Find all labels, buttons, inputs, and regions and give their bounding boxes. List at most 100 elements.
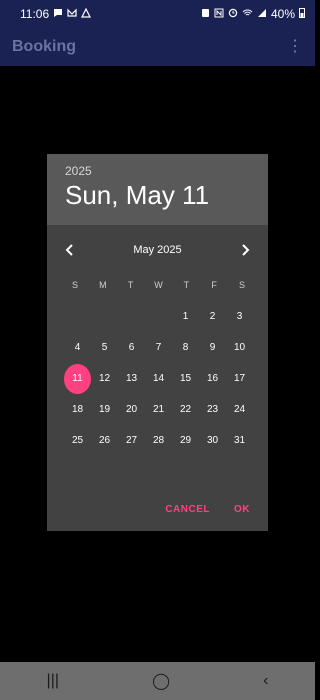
header-year[interactable]: 2025 [65,164,250,178]
day-cell[interactable]: 9 [199,332,226,363]
next-month-icon[interactable] [240,244,250,256]
day-number: 1 [182,311,189,322]
day-cell[interactable]: 18 [64,394,91,425]
day-number: 2 [209,311,216,322]
day-cell[interactable]: 24 [226,394,253,425]
day-number: 26 [98,435,111,446]
day-cell[interactable]: 7 [145,332,172,363]
weekday-label: M [99,280,107,290]
day-number: 7 [155,342,162,353]
day-number: 9 [209,342,216,353]
day-cell[interactable]: 19 [91,394,118,425]
day-cell[interactable]: 25 [64,425,91,456]
day-cell[interactable]: 11 [64,363,91,394]
weekday-label: S [71,280,78,290]
weekday-label: T [127,280,134,290]
day-cell[interactable]: 5 [91,332,118,363]
cancel-button[interactable]: CANCEL [165,504,210,515]
day-cell[interactable]: 16 [199,363,226,394]
status-time: 11:06 [20,7,50,21]
app-bar: Booking ⋮ [0,28,315,66]
recents-icon[interactable]: ||| [47,672,59,690]
day-cell[interactable]: 8 [172,332,199,363]
dialog-actions: CANCEL OK [165,504,250,515]
more-vert-icon[interactable]: ⋮ [287,39,303,55]
privacy-icon [81,7,92,21]
battery-percent: 40% [270,7,295,21]
day-number: 21 [152,404,165,415]
day-number: 20 [125,404,138,415]
day-cell[interactable]: 30 [199,425,226,456]
day-number: 28 [152,435,165,446]
day-cell[interactable]: 17 [226,363,253,394]
day-cell[interactable]: 26 [91,425,118,456]
header-date[interactable]: Sun, May 11 [65,180,250,211]
day-number: 3 [236,311,243,322]
chat-icon [53,7,63,21]
day-number: 4 [74,342,81,353]
day-cell[interactable]: 31 [226,425,253,456]
battery-icon [299,7,305,21]
nfc-icon [214,7,224,21]
ok-button[interactable]: OK [234,504,250,515]
month-navigation: May 2025 [47,240,268,260]
day-cell[interactable]: 14 [145,363,172,394]
day-cell[interactable]: 1 [172,301,199,332]
signal-icon [257,7,267,21]
day-number: 6 [128,342,135,353]
system-nav-bar: ||| ◯ ‹ [0,662,315,700]
day-number: 19 [98,404,111,415]
status-bar: 11:06 40% [0,0,315,28]
day-number: 16 [206,373,219,384]
day-cell[interactable]: 15 [172,363,199,394]
day-number: 10 [233,342,246,353]
day-cell[interactable]: 29 [172,425,199,456]
date-picker-header: 2025 Sun, May 11 [47,154,268,225]
day-number: 23 [206,404,219,415]
day-cell[interactable]: 20 [118,394,145,425]
day-number: 5 [101,342,108,353]
calendar-grid: 1 2 3 4 5 6 7 8 9 10 11 12 13 14 15 16 17 18 19 20 21 22 23 24 2… [64,301,253,456]
day-cell[interactable]: 13 [118,363,145,394]
date-picker-dialog: 2025 Sun, May 11 May 2025 SMTWTFS 123456… [47,154,268,531]
security-icon [201,7,210,21]
day-number: 13 [125,373,138,384]
day-cell[interactable]: 4 [64,332,91,363]
day-number: 12 [98,373,111,384]
day-cell[interactable]: 23 [199,394,226,425]
day-number: 14 [152,373,165,384]
weekday-label: W [154,280,163,290]
day-cell[interactable]: 27 [118,425,145,456]
alarm-icon [228,7,238,21]
day-number: 31 [233,435,246,446]
day-number: 27 [125,435,138,446]
mail-icon [67,7,77,21]
status-left: 11:06 [20,7,92,21]
status-right: 40% [201,7,305,21]
weekday-label: S [238,280,245,290]
previous-month-icon[interactable] [65,244,75,256]
day-cell[interactable]: 12 [91,363,118,394]
day-cell[interactable]: 3 [226,301,253,332]
day-number: 30 [206,435,219,446]
day-number: 25 [71,435,84,446]
back-icon[interactable]: ‹ [263,672,268,690]
day-number: 18 [71,404,84,415]
day-number: 8 [182,342,189,353]
day-cell[interactable]: 21 [145,394,172,425]
day-number: 24 [233,404,246,415]
weekday-header: SMTWTFS [64,280,253,290]
day-cell[interactable]: 22 [172,394,199,425]
day-number: 22 [179,404,192,415]
day-number: 17 [233,373,246,384]
home-icon[interactable]: ◯ [152,671,170,691]
weekday-label: F [211,280,217,290]
day-cell[interactable]: 10 [226,332,253,363]
wifi-icon [242,7,253,21]
day-cell[interactable]: 6 [118,332,145,363]
day-number: 29 [179,435,192,446]
day-cell[interactable]: 28 [145,425,172,456]
day-cell[interactable]: 2 [199,301,226,332]
month-label: May 2025 [133,244,182,256]
day-number: 11 [64,363,91,394]
